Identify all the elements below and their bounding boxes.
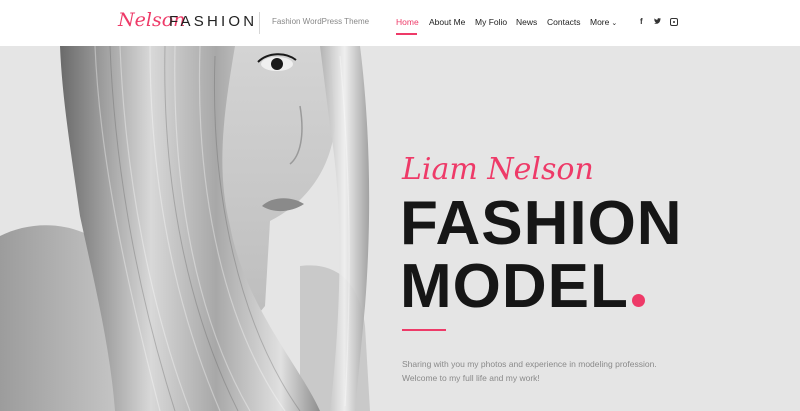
chevron-down-icon: ⌄ — [611, 20, 618, 27]
nav-item-my-folio[interactable]: My Folio — [475, 17, 507, 27]
hero-section: Liam Nelson FASHION MODEL Sharing with y… — [0, 46, 800, 411]
logo-wordmark[interactable]: FASHION — [169, 13, 257, 30]
hero-intro-line2: Welcome to my full life and my work! — [402, 373, 540, 383]
nav-item-contacts[interactable]: Contacts — [547, 17, 581, 27]
hero-intro-line1: Sharing with you my photos and experienc… — [402, 359, 657, 369]
nav-item-more[interactable]: More ⌄ — [590, 17, 617, 27]
site-tagline: Fashion WordPress Theme — [272, 17, 370, 26]
site-header: Nelson FASHION Fashion WordPress Theme H… — [0, 0, 800, 46]
nav-item-about-me[interactable]: About Me — [429, 17, 465, 27]
accent-divider — [402, 329, 446, 331]
hero-headline-line2: MODEL — [400, 256, 645, 318]
nav-active-indicator — [396, 33, 417, 35]
instagram-icon[interactable] — [670, 18, 678, 26]
nav-item-more-label: More — [590, 17, 610, 27]
twitter-icon[interactable] — [654, 16, 661, 24]
facebook-icon[interactable]: f — [640, 17, 643, 26]
hero-model-photo — [0, 46, 420, 411]
logo-divider — [259, 12, 260, 34]
hero-headline-line1: FASHION — [400, 189, 683, 258]
nav-item-home[interactable]: Home — [396, 17, 419, 27]
nav-item-news[interactable]: News — [516, 17, 537, 27]
hero-script-name: Liam Nelson — [402, 152, 594, 187]
accent-dot — [631, 294, 645, 307]
hero-headline-line2-text: MODEL — [400, 252, 629, 321]
